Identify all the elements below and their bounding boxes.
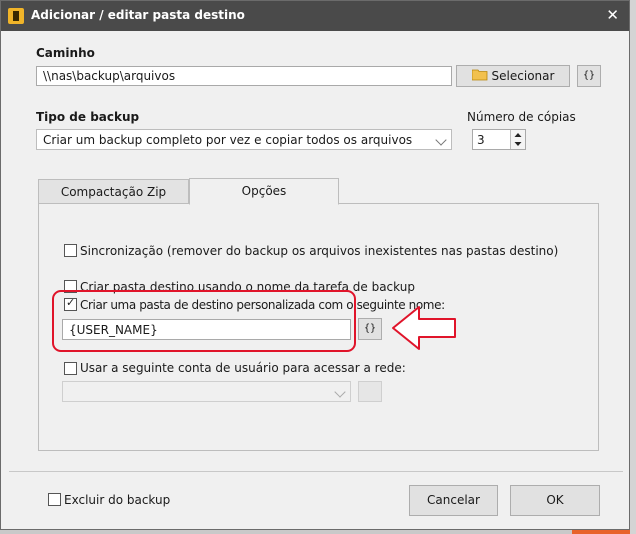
window-title: Adicionar / editar pasta destino (31, 8, 245, 22)
footer-separator (9, 471, 623, 472)
path-variables-button[interactable]: {} (577, 65, 601, 87)
spin-buttons (510, 130, 525, 149)
network-account-checkbox[interactable] (64, 362, 77, 375)
path-label: Caminho (36, 46, 95, 60)
close-icon[interactable]: ✕ (606, 6, 619, 24)
chevron-down-icon (334, 386, 346, 398)
sync-checkbox[interactable] (64, 244, 77, 257)
backup-type-select[interactable]: Criar um backup completo por vez e copia… (36, 129, 452, 150)
exclude-label: Excluir do backup (64, 493, 171, 507)
backup-type-label: Tipo de backup (36, 110, 140, 124)
app-icon (8, 8, 24, 24)
network-account-label: Usar a seguinte conta de usuário para ac… (80, 361, 406, 375)
copies-spinbox[interactable]: 3 (472, 129, 526, 150)
copies-label: Número de cópias (467, 110, 576, 124)
spin-down-icon[interactable] (514, 142, 522, 146)
arrow-annotation-icon (392, 306, 456, 350)
custom-folder-variables-button[interactable]: {} (358, 318, 382, 340)
dialog: Adicionar / editar pasta destino ✕ Camin… (0, 0, 630, 530)
select-folder-label: Selecionar (491, 69, 555, 83)
cancel-button[interactable]: Cancelar (409, 485, 498, 516)
path-input[interactable]: \\nas\backup\arquivos (36, 66, 452, 86)
annotation-highlight (52, 290, 356, 352)
background-window-edge (630, 0, 636, 534)
tab-zip[interactable]: Compactação Zip (38, 179, 189, 205)
exclude-checkbox[interactable] (48, 493, 61, 506)
network-account-select[interactable] (62, 381, 351, 402)
chevron-down-icon (435, 134, 447, 146)
backup-type-value: Criar um backup completo por vez e copia… (43, 133, 413, 147)
ok-button[interactable]: OK (510, 485, 600, 516)
sync-label: Sincronização (remover do backup os arqu… (80, 244, 559, 258)
folder-icon (471, 69, 487, 81)
title-bar: Adicionar / editar pasta destino ✕ (1, 1, 629, 31)
network-account-button[interactable] (358, 381, 382, 402)
tab-options[interactable]: Opções (189, 178, 339, 205)
spin-up-icon[interactable] (514, 133, 522, 137)
select-folder-button[interactable]: Selecionar (456, 65, 570, 87)
copies-value: 3 (477, 133, 485, 147)
